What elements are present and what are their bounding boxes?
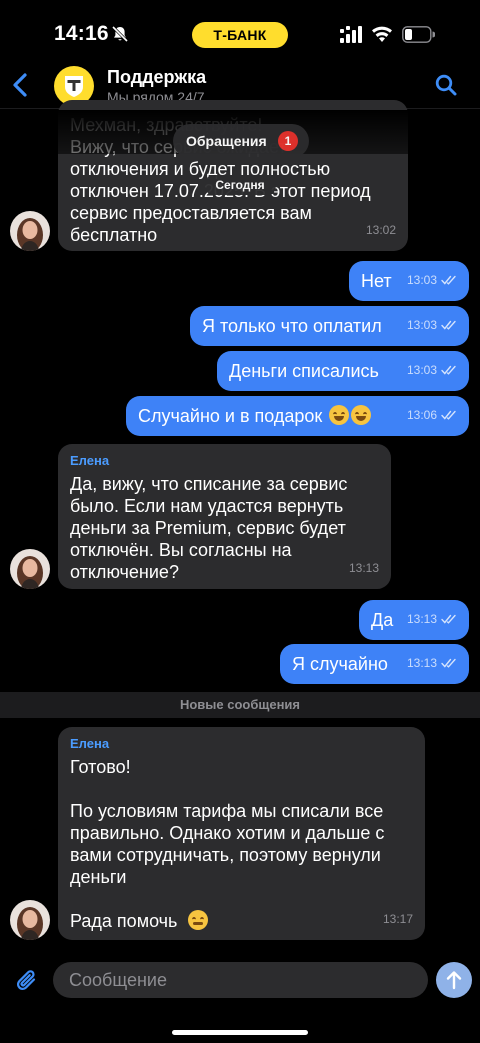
sender-name: Елена [70, 736, 110, 751]
read-ticks-icon [441, 365, 456, 375]
outgoing-message[interactable]: Я только что оплатил 13:03 [190, 306, 469, 346]
arrow-up-icon [446, 971, 462, 990]
outgoing-message[interactable]: Да 13:13 [359, 600, 469, 640]
agent-avatar[interactable] [10, 900, 50, 940]
bell-slash-icon [111, 25, 129, 43]
outgoing-message[interactable]: Я случайно 13:13 [280, 644, 469, 684]
message-time: 13:17 [382, 912, 413, 926]
message-time: 13:13 [406, 656, 437, 670]
message-meta: 13:13 [407, 652, 457, 674]
laughing-tears-emoji-icon [329, 405, 350, 425]
date-separator: Сегодня [204, 175, 276, 195]
appeals-count-badge: 1 [278, 131, 298, 151]
back-chevron-icon[interactable] [10, 72, 32, 98]
message-input[interactable] [53, 962, 428, 998]
send-button[interactable] [436, 962, 472, 998]
chat-title: Поддержка [107, 67, 207, 87]
agent-avatar[interactable] [10, 549, 50, 589]
read-ticks-icon [441, 410, 456, 420]
message-time: 13:06 [406, 408, 437, 422]
message-time: 13:13 [406, 612, 437, 626]
home-indicator [172, 1030, 308, 1035]
message-time: 13:03 [406, 318, 437, 332]
outgoing-message[interactable]: Нет 13:03 [349, 261, 469, 301]
battery-icon [402, 26, 435, 43]
incoming-message[interactable]: Елена Готово! По условиям тарифа мы спис… [58, 727, 425, 940]
message-meta: 13:03 [407, 359, 457, 381]
status-time: 14:16 [54, 22, 109, 45]
read-ticks-icon [441, 275, 456, 285]
paperclip-icon[interactable] [14, 968, 40, 994]
incoming-message[interactable]: Елена Да, вижу, что списание за сервис б… [58, 444, 391, 589]
carrier-pill[interactable]: Т-БАНК [192, 22, 288, 48]
message-time: 13:13 [348, 561, 379, 575]
message-time: 13:03 [406, 363, 437, 377]
sender-name: Елена [70, 453, 110, 468]
message-text: Случайно и в подарок [138, 406, 323, 426]
read-ticks-icon [441, 614, 456, 624]
message-meta: 13:03 [407, 269, 457, 291]
appeals-chip[interactable]: Обращения 1 [173, 124, 309, 158]
read-ticks-icon [441, 658, 456, 668]
message-meta: 13:06 [407, 404, 457, 426]
message-text: Да, вижу, что списание за сервис было. Е… [70, 474, 348, 582]
signal-icon [340, 26, 362, 43]
winking-emoji-icon [188, 910, 209, 930]
search-icon[interactable] [435, 74, 457, 96]
wifi-icon [372, 26, 392, 42]
agent-avatar-image [10, 211, 50, 251]
message-meta: 13:13 [407, 608, 457, 630]
message-text: Готово! По условиям тарифа мы списали вс… [70, 757, 384, 931]
outgoing-message[interactable]: Деньги списались 13:03 [217, 351, 469, 391]
agent-avatar-image [10, 549, 50, 589]
message-time: 13:02 [365, 223, 396, 237]
message-meta: 13:03 [407, 314, 457, 336]
agent-avatar-image [10, 900, 50, 940]
outgoing-message[interactable]: Случайно и в подарок 😂😂 13:06 [126, 396, 469, 436]
new-messages-divider: Новые сообщения [0, 692, 480, 718]
read-ticks-icon [441, 320, 456, 330]
message-body: Готово! По условиям тарифа мы списали вс… [70, 757, 385, 931]
message-time: 13:03 [406, 273, 437, 287]
status-bar: 14:16 Т-БАНК [0, 0, 480, 60]
appeals-label: Обращения [186, 133, 267, 149]
agent-avatar[interactable] [10, 211, 50, 251]
laughing-tears-emoji-icon [351, 405, 372, 425]
